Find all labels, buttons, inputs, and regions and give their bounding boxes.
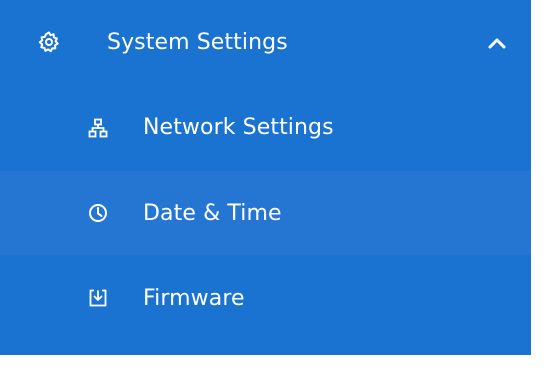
menu-item-label: Network Settings	[143, 115, 334, 140]
clock-icon	[88, 203, 108, 223]
menu-item-label: Firmware	[143, 285, 245, 311]
menu-item-firmware[interactable]: Firmware	[0, 255, 531, 341]
menu-item-date-time[interactable]: Date & Time	[0, 171, 531, 255]
menu-item-label: Date & Time	[143, 200, 282, 226]
menu-item-network-settings[interactable]: Network Settings	[0, 84, 531, 171]
download-icon	[88, 288, 108, 308]
system-settings-header[interactable]: System Settings	[0, 0, 531, 84]
gear-icon	[38, 31, 60, 53]
system-settings-label: System Settings	[107, 29, 288, 55]
network-icon	[88, 118, 108, 138]
system-settings-menu: System Settings Network Settings Date & …	[0, 0, 531, 355]
chevron-up-icon[interactable]	[487, 35, 507, 49]
